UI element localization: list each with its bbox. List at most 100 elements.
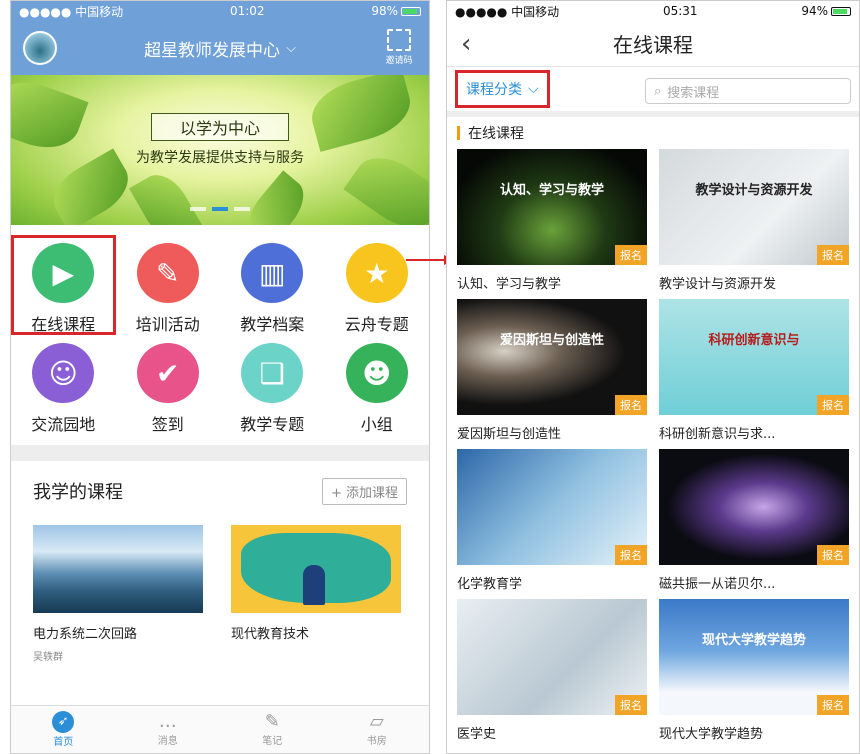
feature-label: 在线课程 xyxy=(31,315,96,334)
status-bar: ●●●●● 中国移动 05:31 94% xyxy=(447,1,859,21)
course-title: 爱因斯坦与创造性 xyxy=(457,427,562,442)
course-card[interactable]: 现代大学教学趋势报名 现代大学教学趋势 xyxy=(659,599,849,749)
feature-label: 小组 xyxy=(360,415,393,434)
invite-code-button[interactable]: 邀请码 xyxy=(383,29,415,66)
search-icon: ⌕ xyxy=(654,83,662,99)
avatar[interactable] xyxy=(23,31,57,65)
chevron-down-icon: ⌵ xyxy=(528,81,539,97)
course-card[interactable]: 科研创新意识与报名科研创新意识与求... xyxy=(659,299,849,449)
course-thumbnail: 报名 xyxy=(659,449,849,565)
battery-icon xyxy=(401,7,421,16)
thumbnail-caption: 教学设计与资源开发 xyxy=(695,183,813,198)
feature-item[interactable]: ✎ 培训活动 xyxy=(116,235,221,335)
home-screen: ●●●●● 中国移动 01:02 98% 超星教师发展中心 ⌵ 邀请码 以学为中心… xyxy=(10,0,430,754)
feature-item[interactable]: ❑ 教学专题 xyxy=(220,335,325,435)
feature-label: 教学专题 xyxy=(240,415,305,434)
course-title: 现代教育技术 xyxy=(231,627,310,642)
banner-text: 以学为中心 为教学发展提供支持与服务 xyxy=(11,113,429,167)
course-thumbnail: 爱因斯坦与创造性报名 xyxy=(457,299,647,415)
course-grid: 认知、学习与教学 报名 认知、学习与教学 教学设计与资源开发 报名 教学设计与资源开发 爱因… xyxy=(447,149,859,749)
course-thumbnail: 科研创新意识与报名 xyxy=(659,299,849,415)
tab-item[interactable]: ✎ 笔记 xyxy=(220,706,325,753)
enroll-badge[interactable]: 报名 xyxy=(817,545,849,565)
feature-grid: ▶ 在线课程 ✎ 培训活动 ▥ 教学档案 ★ 云舟专题 ☺ 交流园地 ✔ 签到 ❑ 教学专题 ☻ 小组 xyxy=(11,225,429,435)
feature-item[interactable]: ☺ 交流园地 xyxy=(11,335,116,435)
org-switcher[interactable]: 超星教师发展中心 ⌵ xyxy=(144,36,296,61)
course-card[interactable]: 报名 化学教育学 xyxy=(457,449,647,599)
feature-item[interactable]: ✔ 签到 xyxy=(116,335,221,435)
tab-label: 笔记 xyxy=(262,736,283,747)
people-icon: ☺ xyxy=(32,343,95,403)
enroll-badge[interactable]: 报名 xyxy=(817,245,849,265)
search-input[interactable]: ⌕ 搜索课程 xyxy=(645,78,851,104)
tab-item[interactable]: ➶ 首页 xyxy=(11,706,116,753)
course-thumbnail: 现代大学教学趋势报名 xyxy=(659,599,849,715)
trophy-icon: ★ xyxy=(345,243,408,303)
tab-item[interactable]: ▱ 书房 xyxy=(325,706,430,753)
feature-item[interactable]: ▥ 教学档案 xyxy=(220,235,325,335)
feature-label: 签到 xyxy=(151,415,184,434)
status-bar: ●●●●● 中国移动 01:02 98% xyxy=(11,1,429,21)
course-card[interactable]: 认知、学习与教学 报名 认知、学习与教学 xyxy=(457,149,647,299)
course-card[interactable]: 电力系统二次回路 吴轶群 xyxy=(33,525,203,663)
course-card[interactable]: 报名磁共振一从诺贝尔... xyxy=(659,449,849,599)
course-title: 认知、学习与教学 xyxy=(457,277,562,292)
chevron-down-icon: ⌵ xyxy=(286,40,296,56)
banner-headline: 以学为中心 xyxy=(150,113,289,141)
group-icon: ☻ xyxy=(345,343,408,403)
thumbnail-caption: 爱因斯坦与创造性 xyxy=(499,333,604,348)
course-thumbnail: 报名 xyxy=(457,599,647,715)
carrier-label: ●●●●● 中国移动 xyxy=(19,4,124,19)
course-title: 磁共振一从诺贝尔... xyxy=(659,577,776,592)
page-header: ‹ 在线课程 xyxy=(447,21,859,67)
tab-label: 消息 xyxy=(157,736,178,747)
enroll-badge[interactable]: 报名 xyxy=(615,395,647,415)
course-title: 科研创新意识与求... xyxy=(659,427,776,442)
qr-code-icon xyxy=(387,29,411,51)
binders-icon: ▥ xyxy=(241,243,304,303)
message-icon: … xyxy=(158,711,177,732)
course-card[interactable]: 爱因斯坦与创造性 报名 爱因斯坦与创造性 xyxy=(457,299,647,449)
thumbnail-caption: 现代大学教学趋势 xyxy=(701,633,806,648)
course-thumbnail: 教学设计与资源开发报名 xyxy=(659,149,849,265)
thumbnail-caption: 科研创新意识与 xyxy=(708,333,800,348)
course-thumbnail xyxy=(231,525,401,613)
signin-icon: ✔ xyxy=(136,343,199,403)
enroll-badge[interactable]: 报名 xyxy=(615,545,647,565)
section-title: 我学的课程 xyxy=(33,482,123,503)
banner-carousel[interactable]: 以学为中心 为教学发展提供支持与服务 xyxy=(11,75,429,225)
feature-item[interactable]: ★ 云舟专题 xyxy=(325,235,430,335)
course-title: 教学设计与资源开发 xyxy=(659,277,777,292)
feature-item[interactable]: ▶ 在线课程 xyxy=(11,235,116,335)
back-button[interactable]: ‹ xyxy=(461,29,471,59)
bookshelf-icon: ▱ xyxy=(369,711,384,732)
enroll-badge[interactable]: 报名 xyxy=(615,245,647,265)
add-course-button[interactable]: + 添加课程 xyxy=(321,477,407,505)
tab-label: 书房 xyxy=(366,736,387,747)
page-title: 在线课程 xyxy=(613,33,693,57)
online-courses-screen: ●●●●● 中国移动 05:31 94% ‹ 在线课程 课程分类 ⌵ ⌕ 搜索课程… xyxy=(446,0,860,754)
course-card[interactable]: 报名医学史 xyxy=(457,599,647,749)
course-title: 电力系统二次回路 xyxy=(33,627,138,642)
enroll-badge[interactable]: 报名 xyxy=(615,695,647,715)
course-title: 医学史 xyxy=(457,727,497,742)
book-reader-icon: ✎ xyxy=(136,243,199,303)
course-card[interactable]: 现代教育技术 xyxy=(231,525,401,663)
enroll-badge[interactable]: 报名 xyxy=(817,695,849,715)
tab-label: 首页 xyxy=(53,737,74,748)
carousel-dots xyxy=(11,207,429,211)
clock: 05:31 xyxy=(662,4,698,18)
battery-indicator: 98% xyxy=(371,4,421,18)
enroll-badge[interactable]: 报名 xyxy=(817,395,849,415)
course-thumbnail: 认知、学习与教学报名 xyxy=(457,149,647,265)
feature-label: 交流园地 xyxy=(31,415,96,434)
banner-subtitle: 为教学发展提供支持与服务 xyxy=(136,150,304,166)
battery-icon xyxy=(831,7,851,16)
tab-item[interactable]: … 消息 xyxy=(116,706,221,753)
home-header: 超星教师发展中心 ⌵ 邀请码 xyxy=(11,21,429,75)
course-card[interactable]: 教学设计与资源开发 报名 教学设计与资源开发 xyxy=(659,149,849,299)
category-dropdown[interactable]: 课程分类 ⌵ xyxy=(455,70,550,108)
feature-item[interactable]: ☻ 小组 xyxy=(325,335,430,435)
section-header: 在线课程 xyxy=(447,117,859,149)
thumbnail-caption: 认知、学习与教学 xyxy=(499,183,604,198)
